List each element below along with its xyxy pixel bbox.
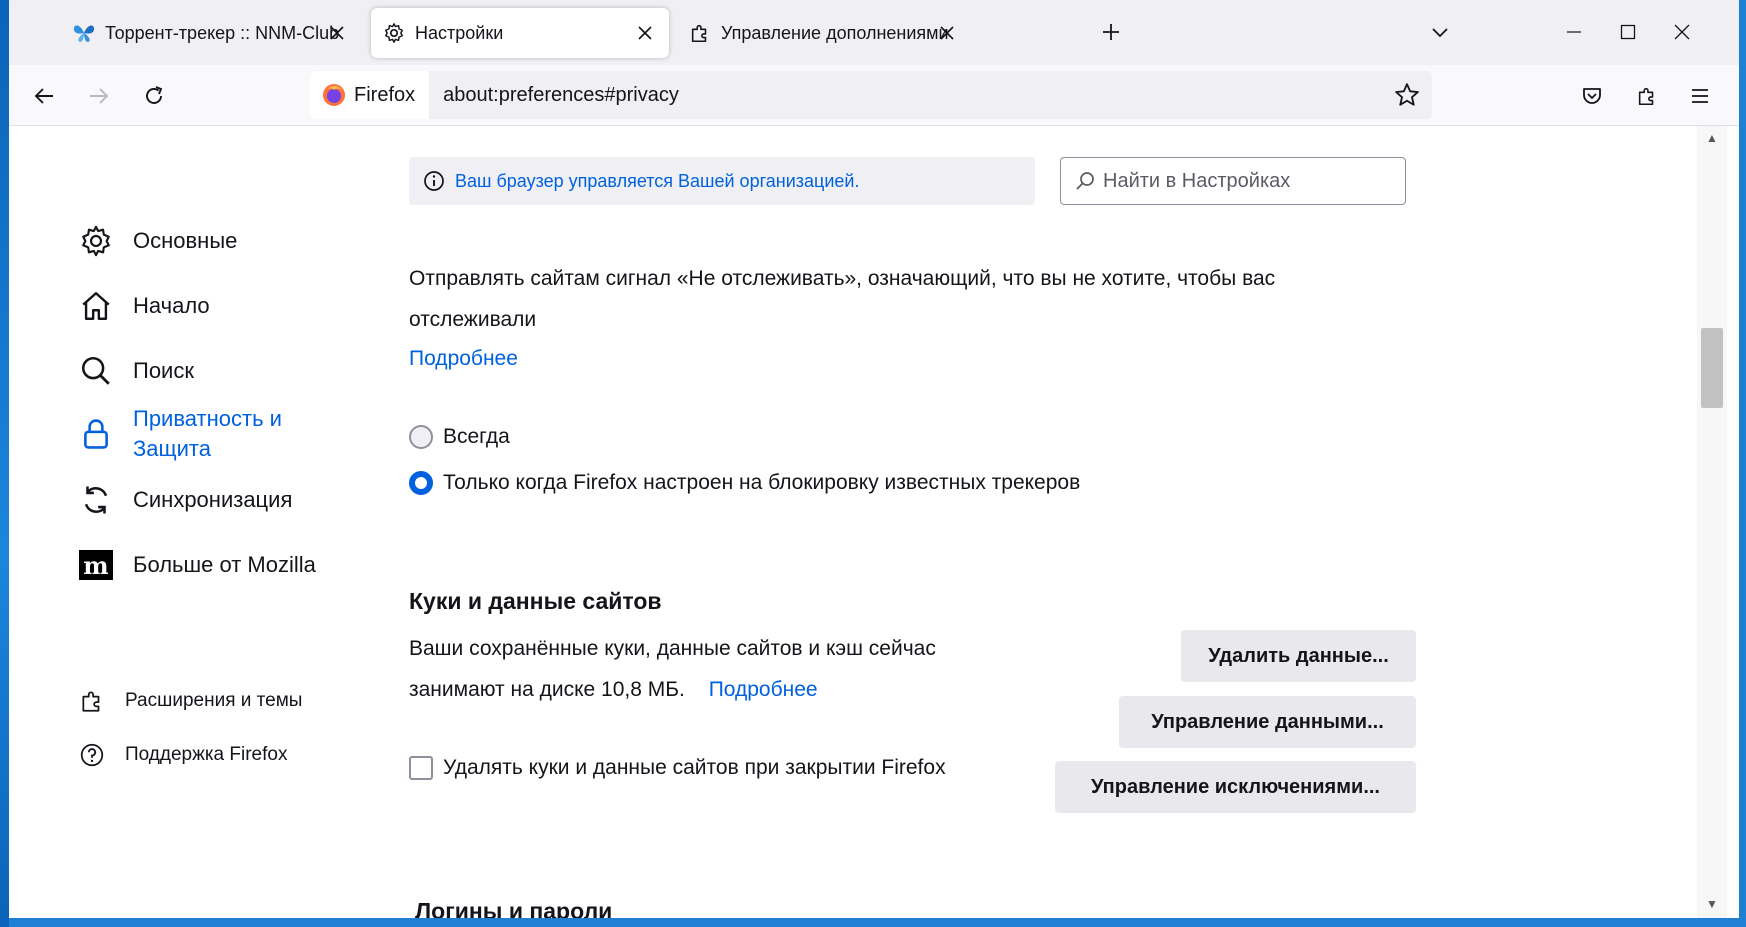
gear-icon: [77, 222, 115, 260]
cookies-learn-more-link[interactable]: Подробнее: [709, 678, 818, 701]
scroll-up-arrow[interactable]: ▲: [1704, 130, 1720, 146]
pocket-icon: [1583, 88, 1601, 104]
navigation-toolbar: Firefox about:preferences#privacy: [9, 65, 1739, 126]
extensions-button[interactable]: [1630, 79, 1664, 113]
scroll-thumb[interactable]: [1701, 328, 1723, 408]
bookmark-star-icon[interactable]: [1394, 82, 1420, 108]
browser-window: Торрент-трекер :: NNM-Club Настройки Упр…: [9, 0, 1739, 918]
category-general[interactable]: Основные: [77, 222, 237, 260]
category-label: Поиск: [133, 358, 194, 383]
arrow-right-icon: [90, 88, 109, 104]
preferences-page: Ваш браузер управляется Вашей организаци…: [9, 126, 1739, 918]
close-window-button[interactable]: [1664, 14, 1700, 50]
search-icon: [77, 352, 115, 390]
mozilla-icon: m: [77, 546, 115, 584]
radio-button[interactable]: [409, 471, 433, 495]
close-tab-icon[interactable]: [325, 21, 349, 45]
plus-icon: [1103, 24, 1119, 40]
radio-button[interactable]: [409, 425, 433, 449]
arrow-left-icon: [34, 88, 53, 104]
category-label: Синхронизация: [133, 487, 293, 512]
close-icon: [1674, 24, 1690, 40]
tab-label: Торрент-трекер :: NNM-Club: [105, 22, 340, 43]
category-more-from-mozilla[interactable]: m Больше от Mozilla: [77, 546, 316, 584]
tab-strip: Торрент-трекер :: NNM-Club Настройки Упр…: [9, 0, 1739, 65]
tab-label: Управление дополнениями: [721, 22, 949, 43]
back-button[interactable]: [27, 79, 61, 113]
cookies-description-line1: Ваши сохранённые куки, данные сайтов и к…: [409, 637, 936, 660]
close-tab-icon[interactable]: [633, 21, 657, 45]
forward-button[interactable]: [82, 79, 116, 113]
reload-icon: [146, 86, 163, 104]
close-tab-icon[interactable]: [935, 21, 959, 45]
help-icon: [77, 740, 107, 770]
puzzle-icon: [687, 20, 713, 46]
link-label: Расширения и темы: [125, 690, 303, 711]
category-label: Приватность и Защита: [133, 406, 282, 461]
pocket-button[interactable]: [1575, 79, 1609, 113]
minimize-icon: [1567, 31, 1581, 33]
firefox-logo-icon: [323, 84, 345, 106]
sync-icon: [77, 481, 115, 519]
scroll-down-arrow[interactable]: ▼: [1704, 896, 1720, 912]
tab-nnm-club[interactable]: Торрент-трекер :: NNM-Club: [71, 8, 361, 58]
maximize-icon: [1620, 24, 1636, 40]
category-label: Больше от Mozilla: [133, 552, 316, 577]
radio-label[interactable]: Всегда: [443, 425, 510, 449]
radio-label[interactable]: Только когда Firefox настроен на блокиро…: [443, 471, 1080, 495]
gear-icon: [381, 20, 407, 46]
manage-data-button[interactable]: Управление данными...: [1119, 696, 1416, 748]
list-all-tabs-button[interactable]: [1422, 14, 1458, 50]
home-icon: [77, 287, 115, 325]
category-sidebar: Основные Начало Поиск Приватность и Защи…: [77, 126, 377, 918]
app-menu-button[interactable]: [1683, 79, 1717, 113]
addons-and-themes-link[interactable]: Расширения и темы: [77, 686, 302, 716]
clear-data-button[interactable]: Удалить данные...: [1181, 630, 1416, 682]
chevron-down-icon: [1432, 28, 1448, 38]
desktop-background: [0, 0, 9, 927]
category-label: Основные: [133, 228, 238, 253]
category-search[interactable]: Поиск: [77, 352, 194, 390]
tab-addons[interactable]: Управление дополнениями: [679, 8, 971, 58]
dnt-radio-always[interactable]: Всегда: [409, 425, 510, 449]
hamburger-menu-icon: [1692, 89, 1708, 103]
maximize-button[interactable]: [1610, 14, 1646, 50]
tab-label: Настройки: [415, 22, 504, 43]
category-home[interactable]: Начало: [77, 287, 210, 325]
minimize-button[interactable]: [1556, 14, 1592, 50]
new-tab-button[interactable]: [1093, 14, 1129, 50]
category-privacy[interactable]: Приватность и Защита: [77, 404, 303, 464]
logins-section-title: Логины и пароли: [415, 898, 613, 918]
page-scrollbar[interactable]: ▲ ▼: [1697, 126, 1727, 918]
identity-label: Firefox: [354, 83, 416, 106]
checkbox[interactable]: [409, 756, 433, 780]
identity-box[interactable]: Firefox: [310, 71, 430, 119]
manage-exceptions-button[interactable]: Управление исключениями...: [1055, 761, 1416, 813]
dnt-learn-more-link[interactable]: Подробнее: [409, 338, 518, 379]
firefox-support-link[interactable]: Поддержка Firefox: [77, 740, 287, 770]
link-label: Поддержка Firefox: [125, 744, 288, 765]
category-label: Начало: [133, 293, 210, 318]
svg-text:m: m: [83, 551, 108, 580]
delete-cookies-on-close[interactable]: Удалять куки и данные сайтов при закрыти…: [409, 756, 946, 780]
cookies-section-title: Куки и данные сайтов: [409, 588, 662, 614]
reload-button[interactable]: [137, 79, 171, 113]
url-text[interactable]: about:preferences#privacy: [443, 84, 679, 107]
tab-settings[interactable]: Настройки: [371, 8, 669, 58]
checkbox-label[interactable]: Удалять куки и данные сайтов при закрыти…: [443, 756, 946, 780]
privacy-settings-panel: Отправлять сайтам сигнал «Не отслеживать…: [409, 126, 1416, 918]
dnt-description: Отправлять сайтам сигнал «Не отслеживать…: [409, 267, 1276, 331]
lock-icon: [77, 415, 115, 453]
puzzle-icon: [1638, 87, 1654, 106]
dnt-radio-when-blocking[interactable]: Только когда Firefox настроен на блокиро…: [409, 471, 1080, 495]
url-bar[interactable]: Firefox about:preferences#privacy: [310, 71, 1432, 119]
category-sync[interactable]: Синхронизация: [77, 481, 292, 519]
butterfly-icon: [71, 20, 97, 46]
puzzle-icon: [77, 686, 107, 716]
cookies-description-line2: занимают на диске 10,8 МБ.: [409, 678, 685, 701]
